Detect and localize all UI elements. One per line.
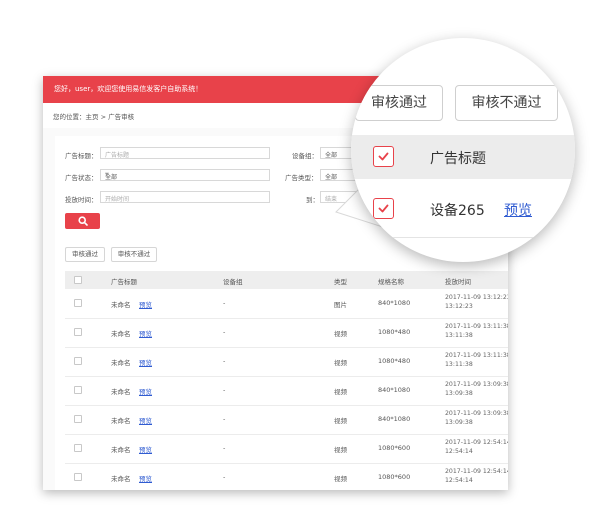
check-icon — [378, 152, 389, 161]
zoom-header-title: 广告标题 — [430, 151, 486, 167]
zoom-approve-button[interactable]: 审核通过 — [355, 85, 443, 121]
zoom-preview-link[interactable]: 预览 — [504, 200, 532, 220]
zoom-reject-button[interactable]: 审核不通过 — [455, 85, 558, 121]
zoom-table-row: 设备265 预览 — [351, 179, 575, 238]
zoom-table-header: 广告标题 — [351, 135, 575, 179]
check-icon — [378, 204, 389, 213]
zoom-header-checkbox[interactable] — [373, 146, 394, 167]
zoom-row-title: 设备265 — [430, 203, 485, 219]
magnifier-lens: 审核通过 审核不通过 广告标题 设备265 预览 — [351, 38, 575, 262]
zoom-row-checkbox[interactable] — [373, 198, 394, 219]
